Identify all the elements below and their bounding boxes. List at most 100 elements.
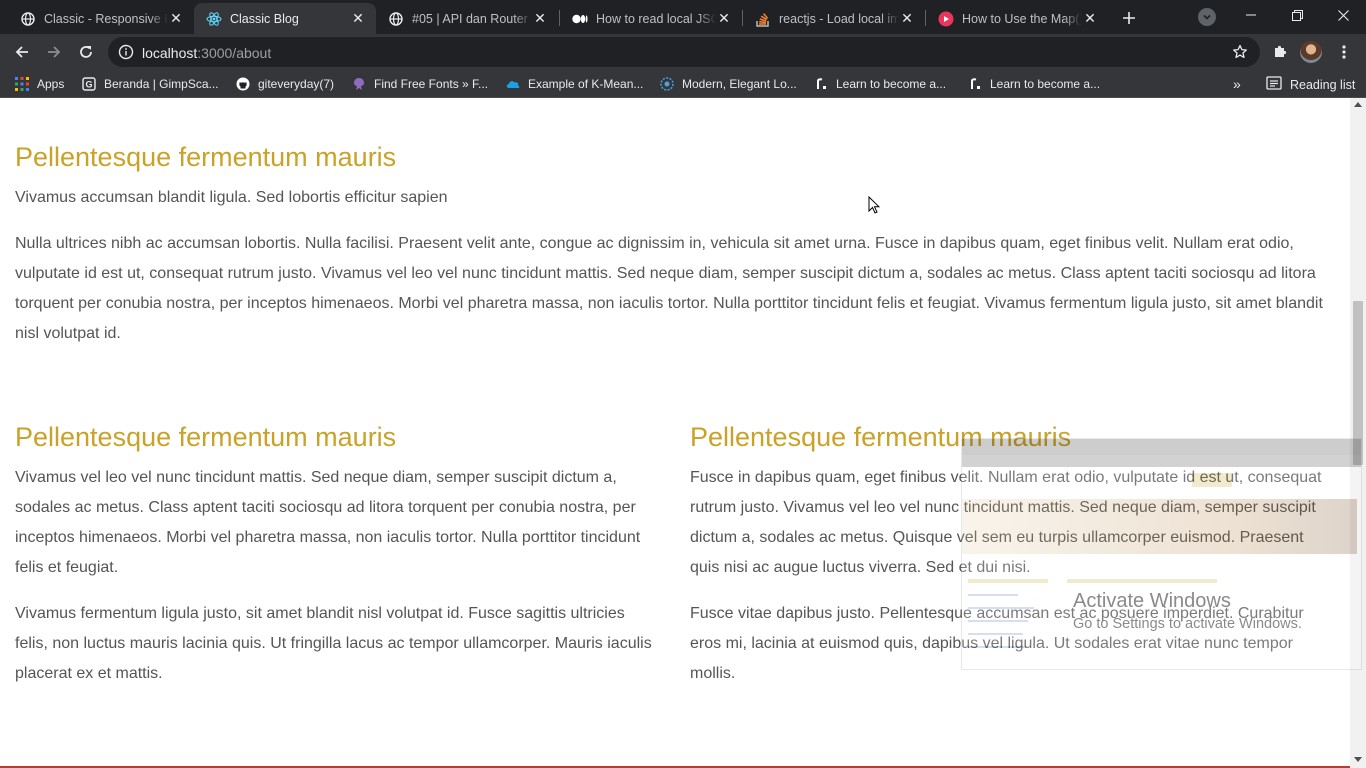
tab-title: #05 | API dan Router d [412, 11, 532, 26]
browser-toolbar: localhost:3000/about [0, 34, 1366, 70]
window-controls [1228, 0, 1366, 34]
section-paragraph: Nulla ultrices nibh ac accumsan lobortis… [15, 235, 1323, 342]
bookmark-star-icon[interactable] [1232, 44, 1248, 60]
logo-icon [659, 76, 675, 92]
preview-sidebar-link [968, 607, 1034, 609]
scroll-down-arrow-icon[interactable] [1354, 757, 1362, 762]
plus-icon [1123, 12, 1135, 24]
profile-avatar[interactable] [1300, 41, 1322, 63]
info-icon[interactable] [118, 44, 134, 60]
roadmap-icon [813, 76, 829, 92]
preview-addressbar [962, 455, 1361, 467]
preview-hero-image [962, 499, 1357, 554]
tab-search-button[interactable] [1198, 8, 1216, 26]
close-icon[interactable]: ✕ [716, 10, 732, 27]
react-icon [206, 11, 222, 27]
url-host: localhost [142, 45, 198, 61]
tab-reactjs-load[interactable]: reactjs - Load local im ✕ [743, 3, 925, 34]
bookmark-gimpscape[interactable]: G Beranda | GimpSca... [81, 76, 219, 92]
tab-strip: Classic - Responsive Bl ✕ Classic Blog ✕… [0, 0, 1366, 34]
close-icon[interactable]: ✕ [1082, 10, 1098, 27]
restore-button[interactable] [1274, 0, 1320, 30]
tab-title: How to read local JSO [596, 11, 716, 26]
bookmark-modern-elegant[interactable]: Modern, Elegant Lo... [659, 76, 797, 92]
extensions-button[interactable] [1268, 40, 1292, 64]
reload-icon [80, 46, 92, 58]
section-heading: Pellentesque fermentum mauris [15, 142, 397, 172]
tab-title: reactjs - Load local im [779, 11, 899, 26]
preview-sidebar-link [968, 633, 1023, 635]
puzzle-icon [1275, 45, 1287, 57]
close-icon[interactable]: ✕ [899, 10, 915, 27]
scroll-up-arrow-icon[interactable] [1354, 102, 1362, 107]
globe-icon [20, 11, 36, 27]
close-icon[interactable]: ✕ [168, 10, 184, 27]
close-icon[interactable]: ✕ [350, 10, 366, 27]
bookmark-label: Example of K-Mean... [528, 77, 644, 91]
tab-title: Classic Blog [230, 11, 299, 26]
tab-title: Classic - Responsive Bl [44, 11, 168, 26]
bookmark-label: Find Free Fonts » F... [374, 77, 489, 91]
bookmark-label: Learn to become a... [990, 77, 1101, 91]
bookmark-learn-become-2[interactable]: Learn to become a... [967, 76, 1100, 92]
globe-icon [388, 11, 404, 27]
restore-icon [1291, 9, 1303, 21]
chevron-double-right-icon[interactable]: » [1233, 76, 1241, 92]
tab-api-router[interactable]: #05 | API dan Router d ✕ [376, 3, 558, 34]
bookmark-giteveryday[interactable]: giteveryday(7) [235, 76, 334, 92]
reading-list-icon [1266, 76, 1282, 93]
tab-read-local-json[interactable]: How to read local JSO ✕ [560, 3, 742, 34]
cloud-icon [505, 76, 521, 92]
svg-text:G: G [85, 80, 92, 90]
bookmark-apps[interactable]: Apps [14, 76, 64, 92]
minimize-icon [1246, 14, 1256, 16]
bookmark-learn-become-1[interactable]: Learn to become a... [813, 76, 946, 92]
youtube-icon [938, 11, 954, 27]
address-bar[interactable]: localhost:3000/about [108, 37, 1260, 67]
arrow-right-icon [48, 46, 61, 58]
close-icon[interactable]: ✕ [532, 10, 548, 27]
preview-sidebar-link [968, 620, 1028, 622]
arrow-left-icon [15, 46, 28, 58]
preview-tabbar [962, 439, 1361, 455]
bookmarks-bar: Apps G Beranda | GimpSca... giteveryday(… [0, 70, 1366, 98]
tab-title: How to Use the Map() [962, 11, 1082, 26]
font-icon [351, 76, 367, 92]
bookmark-label: Modern, Elegant Lo... [682, 77, 797, 91]
back-button[interactable] [10, 40, 34, 64]
left-column-paragraph-1: Vivamus vel leo vel nunc tincidunt matti… [15, 469, 641, 576]
kebab-menu-icon [1342, 45, 1346, 59]
roadmap-icon [967, 76, 983, 92]
bookmark-free-fonts[interactable]: Find Free Fonts » F... [351, 76, 488, 92]
section-subtitle: Vivamus accumsan blandit ligula. Sed lob… [15, 189, 448, 206]
new-tab-button[interactable] [1117, 6, 1141, 30]
preview-sidebar-link [968, 594, 1018, 596]
tab-preview-thumbnail [961, 438, 1362, 670]
stackoverflow-icon [755, 11, 771, 27]
minimize-button[interactable] [1228, 0, 1274, 30]
close-window-button[interactable] [1320, 0, 1366, 30]
bookmark-label: Apps [37, 77, 65, 91]
tab-classic-responsive[interactable]: Classic - Responsive Bl ✕ [8, 3, 194, 34]
mouse-cursor-icon [868, 196, 880, 214]
bookmark-label: giteveryday(7) [258, 77, 335, 91]
reading-list-label: Reading list [1290, 77, 1356, 92]
url-path: :3000/about [197, 45, 272, 61]
tab-map-function[interactable]: How to Use the Map() ✕ [926, 3, 1108, 34]
preview-nav-active [1192, 473, 1232, 487]
github-icon [235, 76, 251, 92]
close-icon [1337, 9, 1349, 21]
gimpscape-icon: G [81, 76, 97, 92]
reload-button[interactable] [74, 40, 98, 64]
menu-button[interactable] [1332, 40, 1356, 64]
url-text: localhost:3000/about [142, 45, 271, 61]
bookmark-kmeans[interactable]: Example of K-Mean... [505, 76, 643, 92]
reading-list-button[interactable]: Reading list [1266, 76, 1355, 93]
apps-grid-icon [14, 76, 30, 92]
forward-button[interactable] [42, 40, 66, 64]
bookmark-label: Learn to become a... [836, 77, 947, 91]
preview-sidebar-heading [968, 579, 1048, 583]
preview-body-heading [1067, 579, 1217, 583]
tab-classic-blog[interactable]: Classic Blog ✕ [194, 3, 376, 34]
left-column-heading: Pellentesque fermentum mauris [15, 422, 397, 452]
